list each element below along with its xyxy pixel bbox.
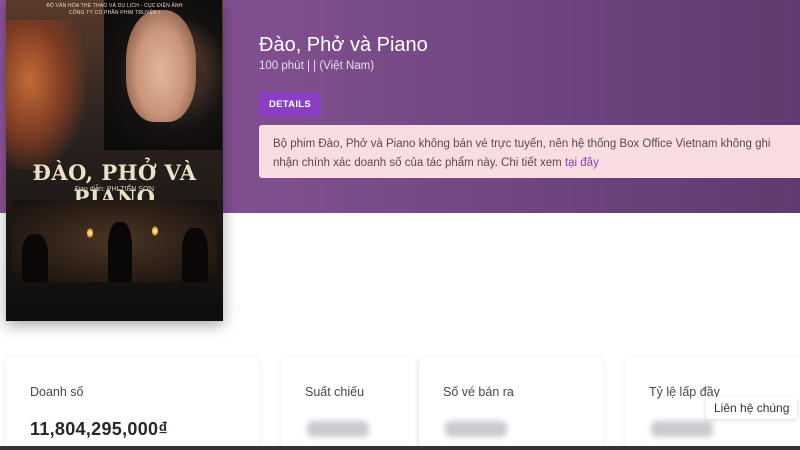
stat-label: Số vé bán ra	[443, 385, 514, 399]
stat-value-blurred	[307, 421, 369, 437]
poster-credit-top: BỘ VĂN HÓA THỂ THAO VÀ DU LỊCH - CỤC ĐIỆ…	[46, 3, 183, 16]
stat-label: Doanh số	[30, 385, 84, 399]
poster-director: Đạo diễn: PHI TIẾN SƠN	[74, 186, 154, 193]
stat-value: 11,804,295,000₫	[30, 419, 168, 439]
movie-poster: BỘ VĂN HÓA THỂ THAO VÀ DU LỊCH - CỤC ĐIỆ…	[6, 0, 223, 321]
stat-card-showtimes: Suất chiếu	[281, 357, 417, 450]
stat-value-blurred	[651, 421, 713, 437]
stat-label: Suất chiếu	[305, 385, 365, 399]
movie-title: Đào, Phở và Piano	[259, 34, 428, 56]
notice-link[interactable]: tại đây	[565, 157, 599, 169]
contact-button[interactable]: Liên hệ chúng	[706, 397, 798, 419]
person-silhouette	[182, 228, 208, 282]
candle-icon	[87, 228, 93, 238]
stat-card-revenue: Doanh số 11,804,295,000₫	[6, 357, 259, 450]
person-silhouette	[22, 234, 48, 282]
poster-fire-glow	[6, 20, 86, 170]
notice-box: Bộ phim Đào, Phở và Piano không bán vé t…	[259, 125, 800, 178]
notice-text: Bộ phim Đào, Phở và Piano không bán vé t…	[273, 138, 771, 169]
stat-value-blurred	[445, 421, 507, 437]
candle-icon	[152, 226, 158, 236]
bottom-bar	[0, 446, 800, 450]
person-silhouette	[108, 222, 132, 282]
poster-scene	[12, 200, 217, 282]
movie-page: BỘ VĂN HÓA THỂ THAO VÀ DU LỊCH - CỤC ĐIỆ…	[0, 0, 800, 450]
details-button[interactable]: DETAILS	[259, 92, 321, 117]
poster-face	[126, 10, 196, 122]
stat-card-tickets: Số vé bán ra	[419, 357, 603, 450]
movie-meta: 100 phút | | (Việt Nam)	[259, 60, 375, 72]
